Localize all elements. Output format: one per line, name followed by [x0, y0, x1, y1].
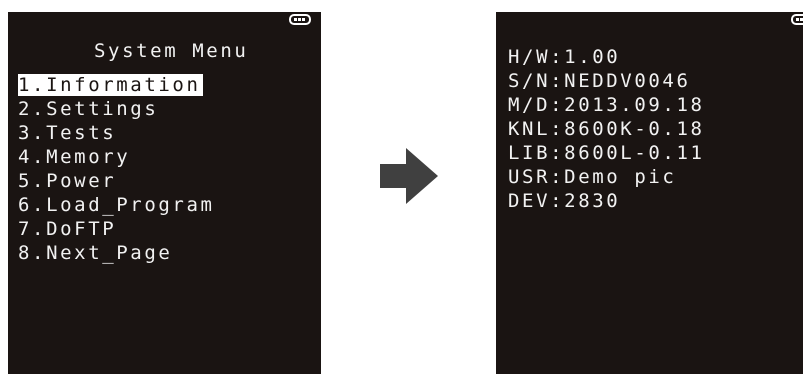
menu-item-memory[interactable]: 4.Memory — [18, 146, 130, 168]
menu-item-load-program[interactable]: 6.Load_Program — [18, 194, 215, 216]
battery-icon — [289, 14, 311, 25]
info-device: DEV:2830 — [508, 190, 621, 212]
arrow-right-icon — [380, 148, 438, 204]
menu-item-information[interactable]: 1.Information — [18, 74, 203, 96]
menu-item-next-page[interactable]: 8.Next_Page — [18, 242, 172, 264]
info-manufacture-date: M/D:2013.09.18 — [508, 94, 705, 116]
menu-item-doftp[interactable]: 7.DoFTP — [18, 218, 116, 240]
info-serial-number: S/N:NEDDV0046 — [508, 70, 691, 92]
menu-item-tests[interactable]: 3.Tests — [18, 122, 116, 144]
system-menu-screen: System Menu 1.Information 2.Settings 3.T… — [8, 12, 321, 374]
menu-item-settings[interactable]: 2.Settings — [18, 98, 158, 120]
info-user-program: USR:Demo pic — [508, 166, 677, 188]
info-kernel-version: KNL:8600K-0.18 — [508, 118, 705, 140]
battery-icon — [791, 14, 803, 25]
info-library-version: LIB:8600L-0.11 — [508, 142, 705, 164]
menu-item-power[interactable]: 5.Power — [18, 170, 116, 192]
information-screen: H/W:1.00 S/N:NEDDV0046 M/D:2013.09.18 KN… — [496, 12, 803, 374]
menu-title: System Menu — [94, 40, 249, 62]
info-hardware-version: H/W:1.00 — [508, 46, 621, 68]
